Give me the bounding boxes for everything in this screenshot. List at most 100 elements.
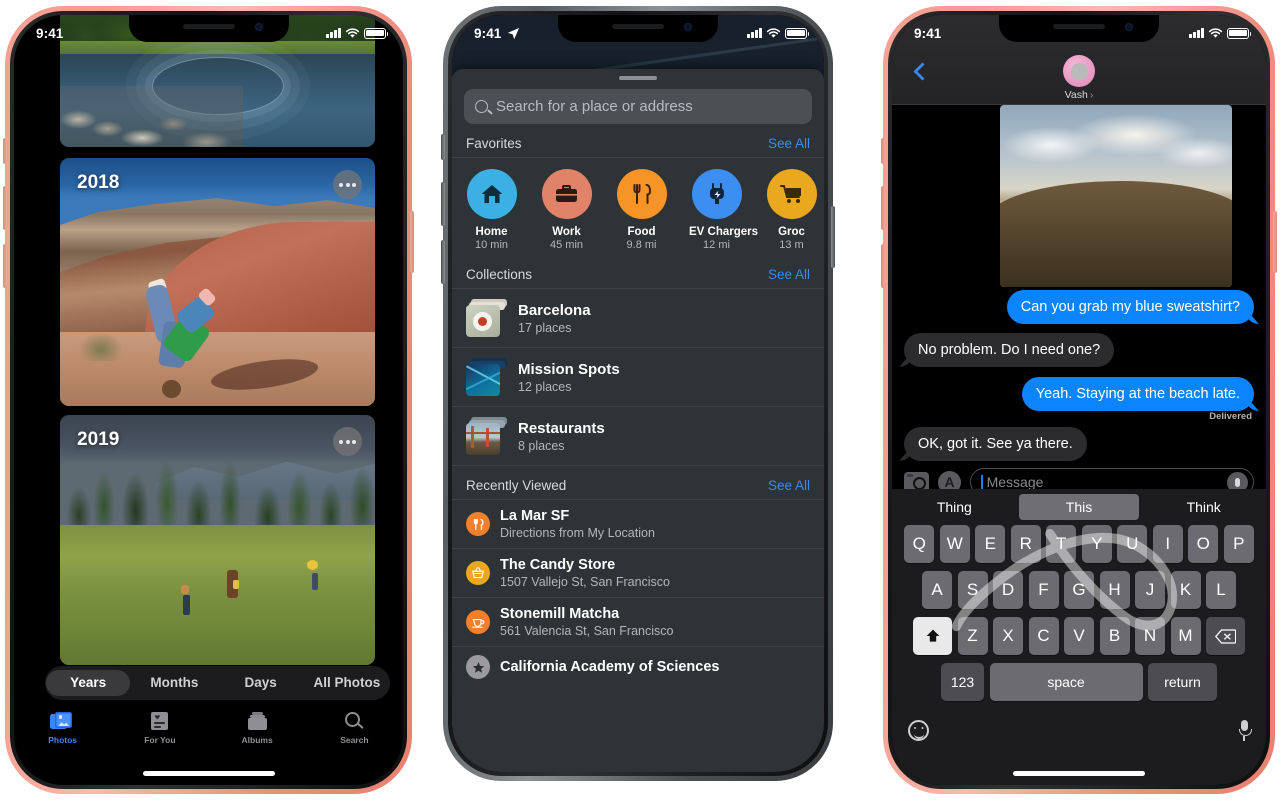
key-d[interactable]: D xyxy=(993,571,1023,609)
key-q[interactable]: Q xyxy=(904,525,935,563)
key-a[interactable]: A xyxy=(922,571,952,609)
key-x[interactable]: X xyxy=(993,617,1023,655)
maps-search-input[interactable]: Search for a place or address xyxy=(464,89,812,124)
delete-backspace-icon[interactable] xyxy=(1206,617,1245,655)
photo-card-2019[interactable]: 2019 xyxy=(60,415,375,665)
phone1-volume-up[interactable] xyxy=(3,186,7,230)
key-k[interactable]: K xyxy=(1170,571,1201,609)
shopping-cart-icon xyxy=(766,169,817,219)
phone3-silent-switch[interactable] xyxy=(881,138,885,164)
tab-search[interactable]: Search xyxy=(306,711,403,745)
prediction-this[interactable]: This xyxy=(1018,494,1140,520)
dictation-microphone-icon[interactable] xyxy=(1238,719,1252,741)
key-z[interactable]: Z xyxy=(957,617,988,655)
home-indicator[interactable] xyxy=(142,771,275,776)
numbers-key[interactable]: 123 xyxy=(941,663,984,701)
phone1-inner: 2018 2019 Years Months Days All Photos P… xyxy=(14,15,403,785)
message-bubble-incoming[interactable]: OK, got it. See ya there. xyxy=(904,427,1087,462)
key-r[interactable]: R xyxy=(1010,525,1041,563)
key-u[interactable]: U xyxy=(1117,525,1148,563)
favorites-see-all[interactable]: See All xyxy=(768,136,810,151)
message-bubble-incoming[interactable]: No problem. Do I need one? xyxy=(904,333,1115,368)
key-l[interactable]: L xyxy=(1206,571,1236,609)
handstand-person xyxy=(144,277,217,399)
key-g[interactable]: G xyxy=(1064,571,1094,609)
key-b[interactable]: B xyxy=(1099,617,1130,655)
key-f[interactable]: F xyxy=(1028,571,1059,609)
key-p[interactable]: P xyxy=(1223,525,1254,563)
key-c[interactable]: C xyxy=(1028,617,1059,655)
favorite-home[interactable]: Home 10 min xyxy=(464,169,519,251)
recently-viewed-see-all[interactable]: See All xyxy=(768,478,810,493)
key-j[interactable]: J xyxy=(1135,571,1165,609)
space-key[interactable]: space xyxy=(989,663,1143,701)
photo-card-2018[interactable]: 2018 xyxy=(60,158,375,406)
phone1-volume-down[interactable] xyxy=(3,244,7,288)
collection-row-mission-spots[interactable]: Mission Spots 12 places xyxy=(452,348,824,407)
key-o[interactable]: O xyxy=(1188,525,1219,563)
segment-months[interactable]: Months xyxy=(132,670,216,696)
photo-card-more-button[interactable] xyxy=(333,427,362,456)
message-bubble-outgoing[interactable]: Yeah. Staying at the beach late. xyxy=(1021,377,1254,412)
phone2-silent-switch[interactable] xyxy=(441,134,445,160)
prediction-thing[interactable]: Thing xyxy=(894,494,1015,520)
key-h[interactable]: H xyxy=(1099,571,1130,609)
phone1-silent-switch[interactable] xyxy=(3,138,7,164)
key-n[interactable]: N xyxy=(1135,617,1165,655)
recent-row-california-academy[interactable]: California Academy of Sciences xyxy=(452,647,824,687)
message-bubble-outgoing[interactable]: Can you grab my blue sweatshirt? xyxy=(1006,290,1254,325)
photo-card-more-button[interactable] xyxy=(333,170,362,199)
conversation-contact[interactable]: Vash › xyxy=(1063,55,1095,101)
favorite-food[interactable]: Food 9.8 mi xyxy=(614,169,669,251)
collections-see-all[interactable]: See All xyxy=(768,267,810,282)
segment-days[interactable]: Days xyxy=(219,670,303,696)
battery-icon xyxy=(1227,27,1252,39)
message-photo-attachment[interactable] xyxy=(1000,105,1232,287)
phone1-power-button[interactable] xyxy=(410,211,414,273)
tab-photos[interactable]: Photos xyxy=(14,711,111,745)
key-m[interactable]: M xyxy=(1170,617,1201,655)
key-i[interactable]: I xyxy=(1152,525,1183,563)
status-time: 9:41 xyxy=(914,25,942,41)
phone2-power-button[interactable] xyxy=(831,206,835,268)
tab-albums[interactable]: Albums xyxy=(209,711,306,745)
sheet-grabber[interactable] xyxy=(619,76,657,80)
return-key[interactable]: return xyxy=(1148,663,1217,701)
key-v[interactable]: V xyxy=(1064,617,1094,655)
star-icon xyxy=(466,655,490,679)
chevron-left-icon[interactable] xyxy=(913,62,932,81)
phone3-power-button[interactable] xyxy=(1273,211,1277,273)
phone2-volume-down[interactable] xyxy=(441,240,445,284)
segment-all-photos[interactable]: All Photos xyxy=(305,670,389,696)
phone3-volume-down[interactable] xyxy=(881,244,885,288)
key-t[interactable]: T xyxy=(1046,525,1077,563)
recent-row-stonemill-matcha[interactable]: Stonemill Matcha 561 Valencia St, San Fr… xyxy=(452,598,824,647)
key-s[interactable]: S xyxy=(957,571,988,609)
favorite-ev-chargers[interactable]: EV Chargers 12 mi xyxy=(689,169,758,251)
photos-segmented-control[interactable]: Years Months Days All Photos xyxy=(45,666,390,700)
emoji-smiley-icon[interactable] xyxy=(908,719,929,741)
phone3-volume-up[interactable] xyxy=(881,186,885,230)
key-e[interactable]: E xyxy=(975,525,1006,563)
collection-row-restaurants[interactable]: Restaurants 8 places xyxy=(452,407,824,466)
phone2-volume-up[interactable] xyxy=(441,182,445,226)
prediction-think[interactable]: Think xyxy=(1143,494,1264,520)
shopping-basket-icon xyxy=(466,561,490,585)
favorite-groceries[interactable]: Groc 13 m xyxy=(764,169,819,251)
avatar[interactable] xyxy=(1063,55,1095,87)
key-w[interactable]: W xyxy=(939,525,970,563)
recent-row-the-candy-store[interactable]: The Candy Store 1507 Vallejo St, San Fra… xyxy=(452,549,824,598)
favorite-work[interactable]: Work 45 min xyxy=(539,169,594,251)
segment-years[interactable]: Years xyxy=(46,670,131,696)
favorites-row[interactable]: Home 10 min Work 45 min Food 9.8 mi EV C… xyxy=(452,158,824,255)
collection-name: Mission Spots xyxy=(518,360,620,378)
tab-for-you[interactable]: For You xyxy=(111,711,208,745)
shift-arrow-icon[interactable] xyxy=(913,617,952,655)
home-indicator[interactable] xyxy=(1013,771,1145,776)
recent-row-la-mar-sf[interactable]: La Mar SF Directions from My Location xyxy=(452,500,824,549)
recent-detail: 561 Valencia St, San Francisco xyxy=(500,624,674,638)
collection-thumbnail xyxy=(466,299,507,337)
collection-row-barcelona[interactable]: Barcelona 17 places xyxy=(452,289,824,348)
photo-card-year-label: 2018 xyxy=(77,172,120,193)
key-y[interactable]: Y xyxy=(1081,525,1112,563)
